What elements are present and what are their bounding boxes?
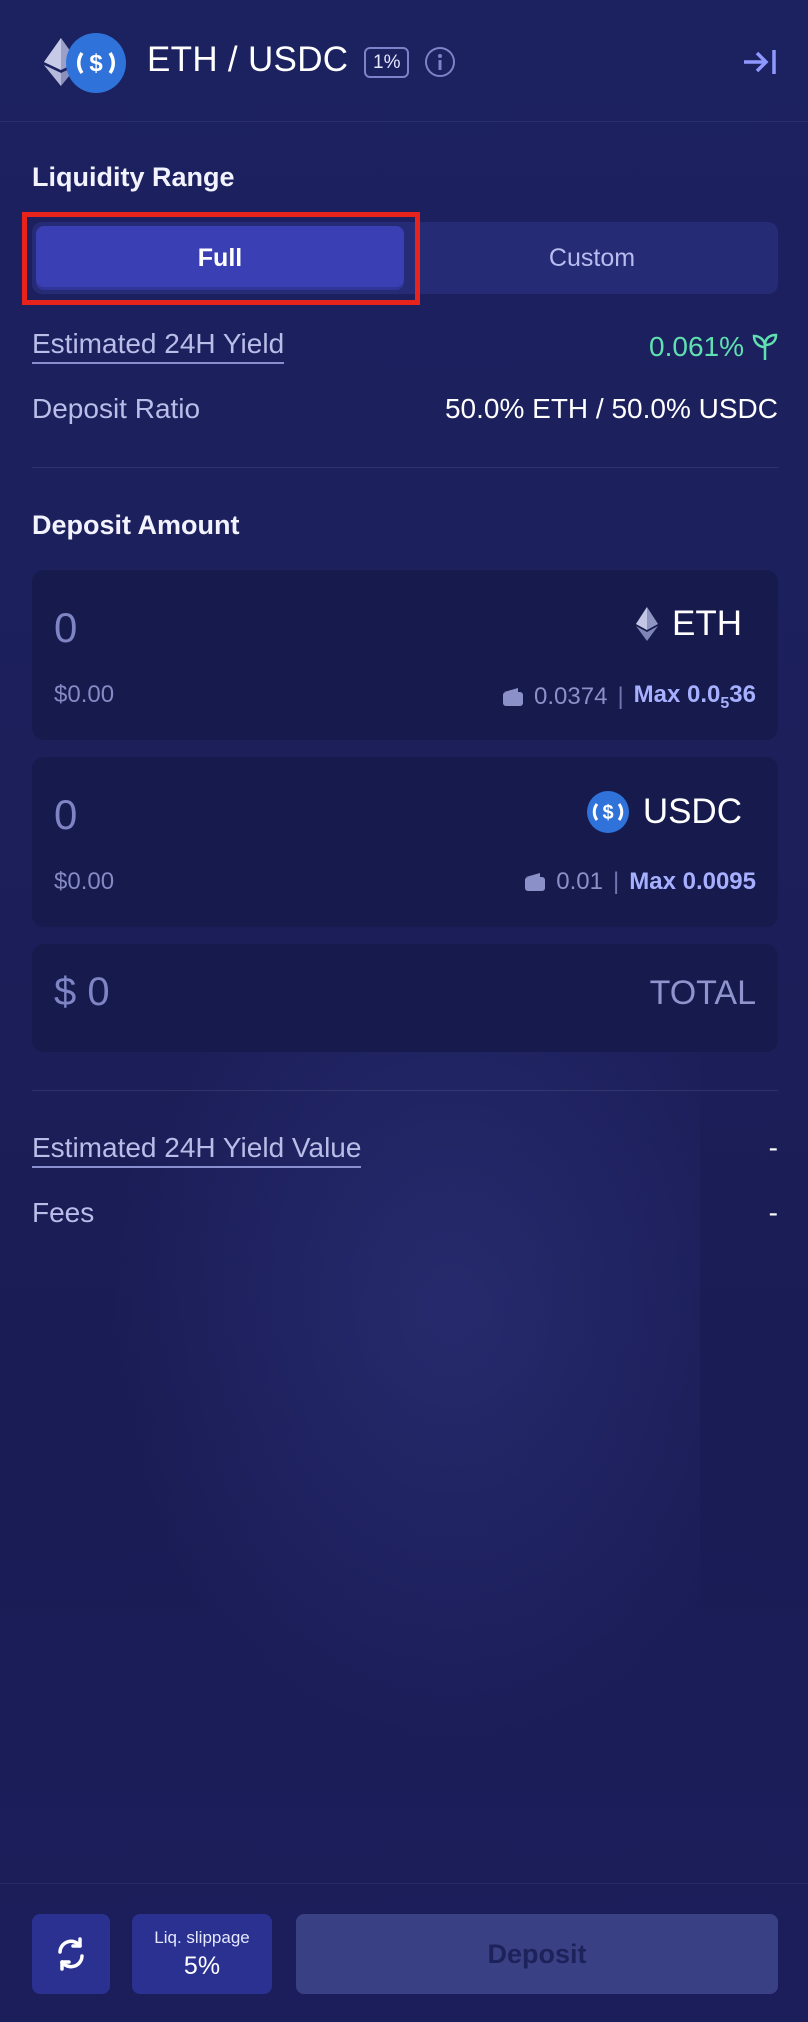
estimated-yield-label[interactable]: Estimated 24H Yield <box>32 328 285 364</box>
total-dollar-sign: $ <box>54 970 77 1014</box>
usdc-balance-row: 0.01 | Max 0.0095 <box>524 868 756 896</box>
total-card: $ 0 TOTAL <box>32 944 778 1052</box>
usdc-symbol: USDC <box>642 792 742 831</box>
deposit-ratio-value: 50.0% ETH / 50.0% USDC <box>444 393 778 424</box>
header: $ ETH / USDC 1% <box>0 0 808 122</box>
eth-usd-value: $0.00 <box>54 681 115 708</box>
fees-value: - <box>768 1197 778 1228</box>
fees-label: Fees <box>32 1197 95 1228</box>
eth-wallet-balance: 0.0374 <box>534 682 608 710</box>
svg-text:$: $ <box>602 802 613 824</box>
slippage-button[interactable]: Liq. slippage 5% <box>132 1914 272 1994</box>
usdc-deposit-card: $ USDC $0.00 0.01 | Max 0.0095 <box>32 757 778 927</box>
slippage-label: Liq. slippage <box>154 1928 250 1947</box>
divider <box>32 467 778 468</box>
deposit-amount-title: Deposit Amount <box>32 510 240 540</box>
eth-balance-row: 0.0374 | Max 0.0536 <box>502 681 756 713</box>
usdc-amount-input[interactable] <box>54 791 354 839</box>
slippage-value: 5% <box>183 1952 221 1980</box>
refresh-icon <box>58 1937 84 1971</box>
eth-max-suffix: 36 <box>729 681 756 708</box>
usdc-logo-icon: $ <box>66 33 126 93</box>
svg-text:$: $ <box>89 50 103 77</box>
wallet-icon <box>525 873 546 891</box>
fee-tier-badge: 1% <box>364 47 410 78</box>
total-label: TOTAL <box>649 974 756 1012</box>
separator: | <box>617 682 624 710</box>
usdc-icon: $ <box>586 791 629 833</box>
deposit-button[interactable]: Deposit <box>296 1914 778 1994</box>
usdc-token-label: $ USDC <box>586 791 742 833</box>
range-custom-button[interactable]: Custom <box>410 226 774 290</box>
yield-percent: 0.061% <box>649 331 744 362</box>
highlight-box <box>22 212 420 305</box>
eth-max-button[interactable]: Max 0.0536 <box>634 681 756 713</box>
separator: | <box>613 868 620 895</box>
usdc-usd-value: $0.00 <box>54 868 115 895</box>
estimated-yield-value: 0.061% <box>649 331 778 363</box>
pair-title: ETH / USDC <box>147 40 349 79</box>
refresh-button[interactable] <box>32 1914 110 1994</box>
total-value: $ 0 <box>54 970 110 1015</box>
eth-max-prefix: Max 0.0 <box>633 681 721 708</box>
eth-max-subscript: 5 <box>720 694 730 712</box>
eth-symbol: ETH <box>672 604 742 643</box>
eth-icon <box>636 607 658 641</box>
wallet-icon <box>503 687 524 706</box>
divider <box>32 1090 778 1091</box>
deposit-ratio-label: Deposit Ratio <box>32 393 201 424</box>
usdc-max-button[interactable]: Max 0.0095 <box>629 868 756 896</box>
collapse-panel-icon[interactable] <box>742 46 778 78</box>
usdc-wallet-balance: 0.01 <box>556 868 603 895</box>
sprout-icon <box>752 333 778 360</box>
eth-token-label: ETH <box>636 604 742 644</box>
estimated-yield-value-label[interactable]: Estimated 24H Yield Value <box>32 1132 362 1168</box>
eth-deposit-card: ETH $0.00 0.0374 | Max 0.0536 <box>32 570 778 740</box>
estimated-yield-value-amount: - <box>768 1132 778 1163</box>
total-amount: 0 <box>87 970 110 1014</box>
liquidity-range-title: Liquidity Range <box>32 162 235 192</box>
eth-amount-input[interactable] <box>54 604 354 652</box>
info-icon[interactable] <box>425 47 455 77</box>
background-glow <box>80 1000 700 1780</box>
